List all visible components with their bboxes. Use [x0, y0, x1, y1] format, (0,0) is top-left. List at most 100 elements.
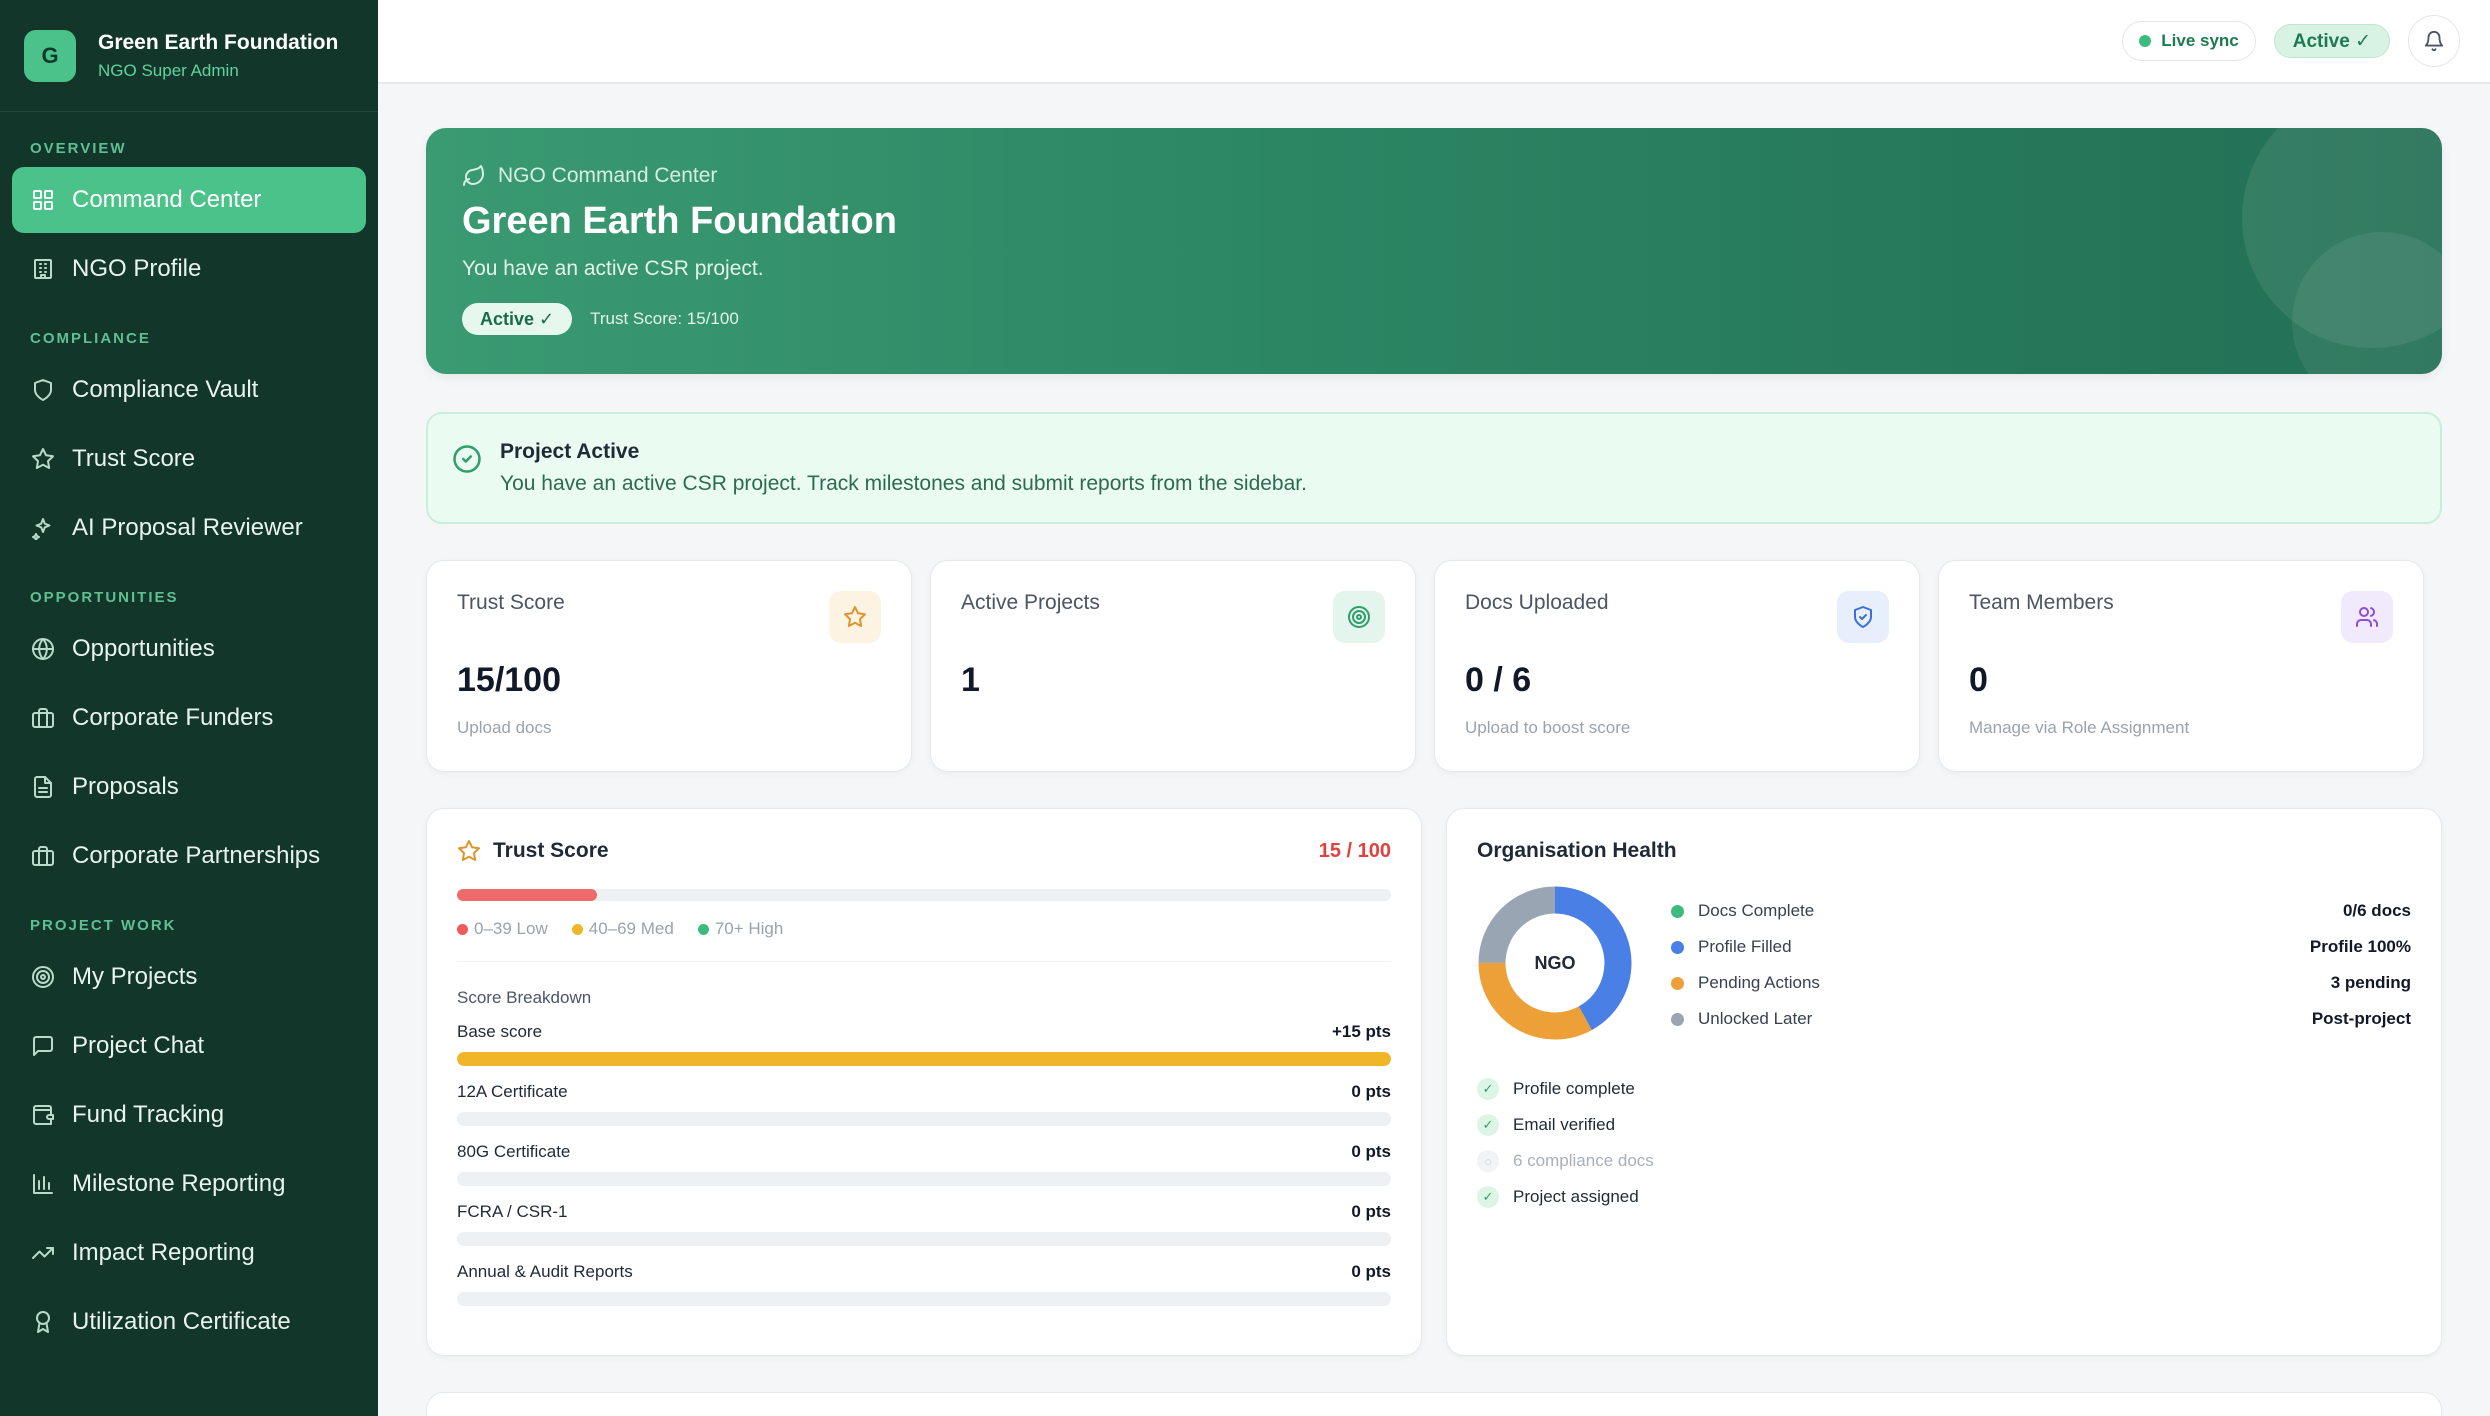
- breakdown-bar: [457, 1232, 1391, 1246]
- globe-icon: [32, 638, 54, 660]
- sidebar-item-label: Trust Score: [72, 445, 196, 472]
- breakdown-row: 80G Certificate 0 pts: [457, 1142, 1391, 1186]
- nav-section-title: PROJECT WORK: [30, 917, 177, 934]
- checklist-item: ✓ Project assigned: [1477, 1179, 2411, 1215]
- legend-dot-icon: [457, 923, 468, 935]
- page-title: Green Earth Foundation: [462, 200, 897, 242]
- sidebar-item-corporate-funders[interactable]: Corporate Funders: [12, 685, 366, 751]
- checkmark-icon: ✓: [1477, 1186, 1499, 1208]
- live-sync-label: Live sync: [2161, 31, 2239, 50]
- hero-subtitle: You have an active CSR project.: [462, 257, 764, 280]
- brand-logo: G: [24, 29, 76, 82]
- sidebar-item-impact-reporting[interactable]: Impact Reporting: [12, 1220, 366, 1286]
- target-icon: [1348, 606, 1370, 628]
- divider: [457, 961, 1391, 962]
- star-icon: [32, 448, 54, 470]
- users-icon: [2341, 591, 2393, 643]
- stat-value: 1: [961, 661, 980, 699]
- shield-check-icon: [1837, 591, 1889, 643]
- breakdown-bar: [457, 1052, 1391, 1066]
- stat-card-team-members: Team Members 0 Manage via Role Assignment: [1938, 560, 2424, 772]
- sidebar-item-ngo-profile[interactable]: NGO Profile: [12, 236, 366, 302]
- live-sync-indicator: Live sync: [2122, 21, 2256, 61]
- breakdown-name: 80G Certificate: [457, 1142, 571, 1161]
- health-legend-label: Unlocked Later: [1698, 1009, 1813, 1028]
- award-icon: [30, 1309, 56, 1335]
- health-legend: Docs Complete 0/6 docs Profile Filled Profi…: [1671, 893, 2411, 1041]
- checkmark-icon: ✓: [1477, 1078, 1499, 1100]
- target-icon: [1333, 591, 1385, 643]
- checklist-label: Profile complete: [1513, 1079, 1635, 1098]
- breakdown-points: 0 pts: [1351, 1202, 1391, 1221]
- target-icon: [30, 964, 56, 990]
- sidebar-item-label: My Projects: [72, 963, 198, 990]
- checklist-label: 6 compliance docs: [1513, 1151, 1654, 1170]
- pending-circle-icon: ○: [1477, 1150, 1499, 1172]
- trust-progress-bar: [457, 889, 1391, 901]
- stat-hint: Upload docs: [457, 718, 552, 737]
- breakdown-bar-fill: [457, 1052, 1391, 1066]
- trust-card-title-text: Trust Score: [493, 839, 609, 862]
- briefcase-icon: [30, 843, 56, 869]
- breakdown-points: 0 pts: [1351, 1082, 1391, 1101]
- globe-icon: [30, 636, 56, 662]
- sidebar-item-command-center[interactable]: Command Center: [12, 167, 366, 233]
- topbar: Live sync Active ✓: [378, 0, 2490, 84]
- sidebar-item-opportunities[interactable]: Opportunities: [12, 616, 366, 682]
- leaf-icon: [463, 165, 484, 186]
- sparkle-icon: [30, 515, 56, 541]
- sidebar-item-label: AI Proposal Reviewer: [72, 514, 303, 541]
- live-dot-icon: [2139, 35, 2152, 47]
- stat-card-docs-uploaded: Docs Uploaded 0 / 6 Upload to boost score: [1434, 560, 1920, 772]
- sidebar-item-label: Corporate Partnerships: [72, 842, 321, 869]
- health-legend-value: 3 pending: [2330, 973, 2411, 992]
- hero-status-badge: Active ✓: [462, 303, 573, 335]
- wallet-icon: [30, 1102, 56, 1128]
- hero-kicker: NGO Command Center: [462, 164, 2406, 188]
- breakdown-row: FCRA / CSR-1 0 pts: [457, 1202, 1391, 1246]
- sidebar-item-fund-tracking[interactable]: Fund Tracking: [12, 1082, 366, 1148]
- donut-center-label: NGO: [1534, 952, 1576, 973]
- notifications-button[interactable]: [2408, 15, 2460, 67]
- user-role: NGO Super Admin: [98, 60, 239, 80]
- health-legend-value: Post-project: [2311, 1009, 2411, 1028]
- sidebar-item-utilization-certificate[interactable]: Utilization Certificate: [12, 1289, 366, 1355]
- shield-icon: [30, 377, 56, 403]
- health-checklist: ✓ Profile complete ✓ Email verified ○ 6 compl…: [1477, 1071, 2411, 1215]
- legend-dot-icon: [571, 923, 583, 935]
- check-circle-icon: [453, 445, 481, 473]
- chat-icon: [33, 1036, 53, 1056]
- breakdown-points: 0 pts: [1351, 1262, 1391, 1281]
- sidebar-item-ai-proposal-reviewer[interactable]: AI Proposal Reviewer: [12, 495, 366, 561]
- stat-value: 0: [1969, 661, 1988, 699]
- health-legend-value: Profile 100%: [2309, 937, 2411, 956]
- stat-value: 0 / 6: [1465, 661, 1532, 699]
- sidebar-item-milestone-reporting[interactable]: Milestone Reporting: [12, 1151, 366, 1217]
- stat-value: 15/100: [457, 661, 561, 699]
- health-legend-row: Profile Filled Profile 100%: [1671, 929, 2411, 965]
- org-name: Green Earth Foundation: [98, 30, 339, 54]
- breakdown-name: FCRA / CSR-1: [457, 1202, 568, 1221]
- grid-icon: [30, 187, 56, 213]
- sparkle-icon: [32, 518, 51, 540]
- trust-progress-fill: [457, 889, 598, 901]
- legend-dot-icon: [1671, 904, 1684, 918]
- sidebar-item-trust-score[interactable]: Trust Score: [12, 426, 366, 492]
- health-legend-label: Docs Complete: [1698, 901, 1815, 920]
- sidebar-item-proposals[interactable]: Proposals: [12, 754, 366, 820]
- target-icon: [32, 966, 54, 988]
- checkmark-icon: ✓: [1477, 1114, 1499, 1136]
- stat-hint: Upload to boost score: [1465, 718, 1631, 737]
- sidebar: G Green Earth Foundation NGO Super Admin…: [0, 0, 378, 1416]
- sidebar-item-my-projects[interactable]: My Projects: [12, 944, 366, 1010]
- sidebar-item-compliance-vault[interactable]: Compliance Vault: [12, 357, 366, 423]
- legend-dot-icon: [1671, 976, 1684, 990]
- sidebar-item-project-chat[interactable]: Project Chat: [12, 1013, 366, 1079]
- building-icon: [30, 256, 56, 282]
- star-icon: [30, 446, 56, 472]
- sidebar-item-label: Project Chat: [72, 1032, 205, 1059]
- sidebar-item-label: Fund Tracking: [72, 1101, 225, 1128]
- legend-dot-icon: [1671, 1012, 1684, 1026]
- sidebar-item-corporate-partnerships[interactable]: Corporate Partnerships: [12, 823, 366, 889]
- legend-item: 70+ High: [697, 919, 783, 939]
